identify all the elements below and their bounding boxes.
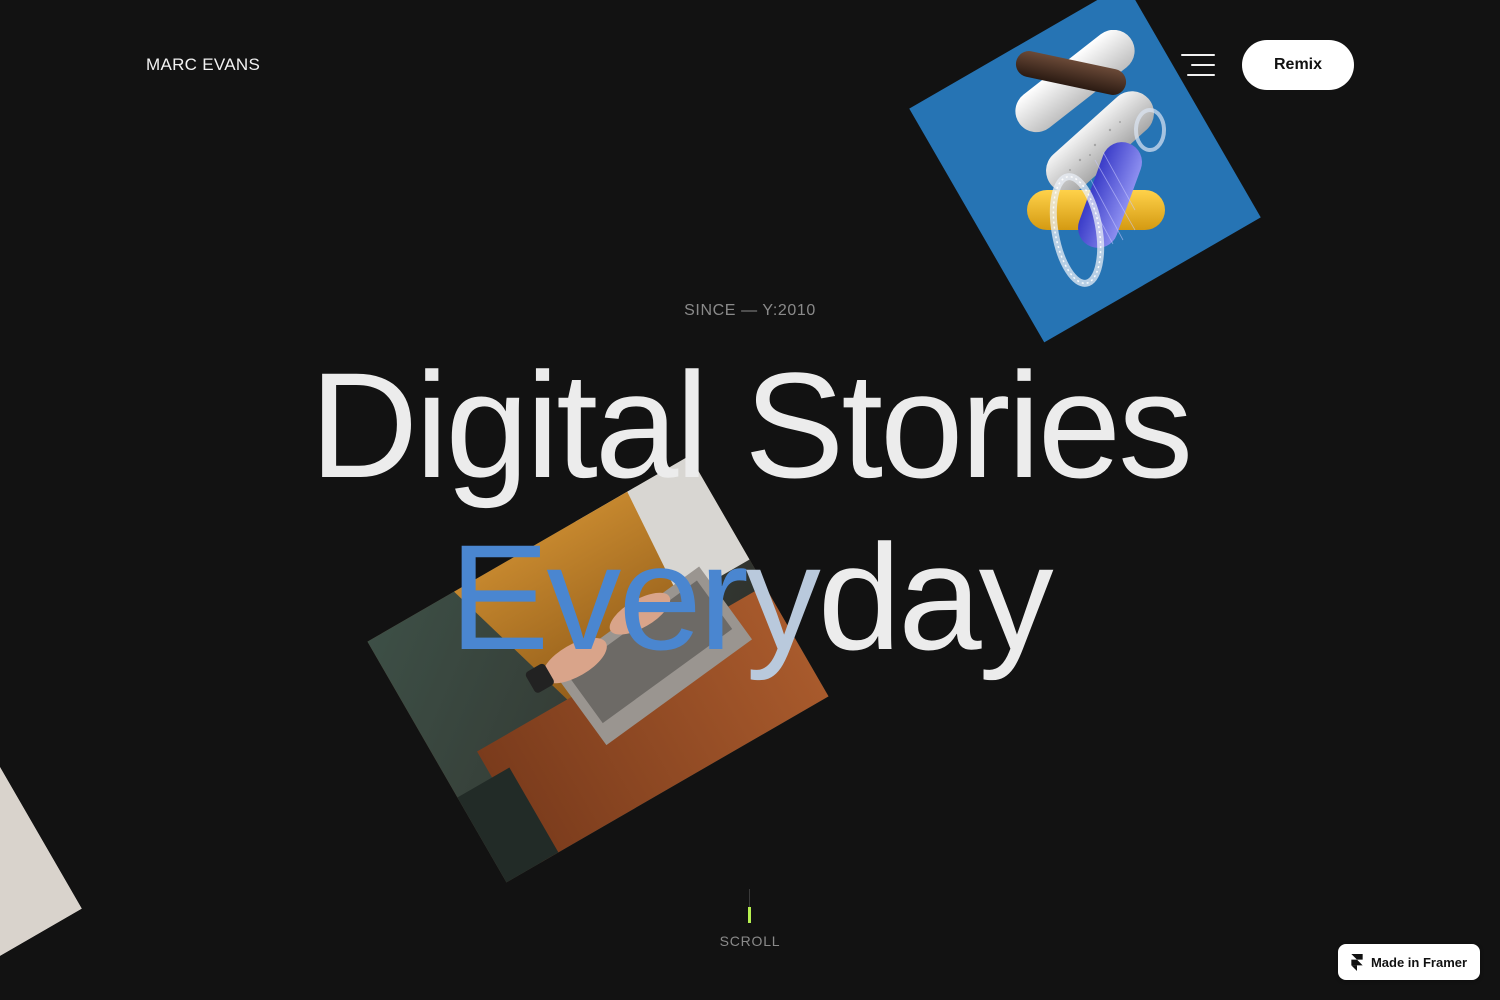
brand-logo-link[interactable]: MARC EVANS: [146, 55, 260, 75]
made-in-framer-label: Made in Framer: [1370, 954, 1468, 970]
landing-page: MARC EVANS Remix SINCE — Y:2010 Digital …: [0, 0, 1500, 1000]
hero-title-rest: day: [817, 513, 1054, 681]
hero-title-line-2: Everyday: [0, 522, 1500, 672]
hero-title-soft: y: [745, 513, 821, 681]
partial-photo-card: [0, 761, 82, 989]
made-in-framer-badge[interactable]: Made in Framer: [1338, 944, 1480, 980]
remix-button[interactable]: Remix: [1242, 40, 1354, 90]
scroll-progress-indicator: [748, 907, 751, 923]
hero-title-line-1: Digital Stories: [309, 341, 1193, 509]
hero-eyebrow: SINCE — Y:2010: [684, 302, 816, 319]
hamburger-menu-icon[interactable]: [1178, 48, 1218, 82]
scroll-label: SCROLL: [719, 933, 781, 949]
hero-title-highlight: Ever: [449, 513, 748, 681]
framer-logo-icon: [1351, 953, 1363, 971]
pills-3d-illustration: [1015, 30, 1166, 287]
